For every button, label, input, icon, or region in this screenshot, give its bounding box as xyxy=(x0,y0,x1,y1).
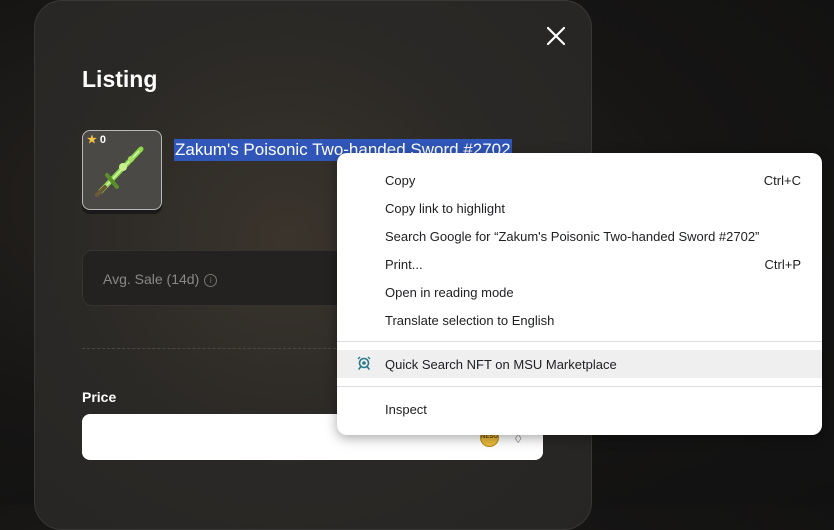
msu-extension-icon xyxy=(357,356,371,370)
info-icon[interactable]: i xyxy=(204,274,218,287)
menu-item-copy-link[interactable]: Copy link to highlight xyxy=(337,194,822,222)
modal-title: Listing xyxy=(82,66,158,92)
menu-item-shortcut: Ctrl+P xyxy=(764,256,801,272)
menu-item-search-google[interactable]: Search Google for “Zakum's Poisonic Two-… xyxy=(337,222,822,250)
menu-item-reading-mode[interactable]: Open in reading mode xyxy=(337,278,822,306)
sword-icon xyxy=(95,146,144,197)
menu-item-translate[interactable]: Translate selection to English xyxy=(337,306,822,334)
menu-item-quick-search-nft[interactable]: Quick Search NFT on MSU Marketplace xyxy=(337,350,822,378)
menu-item-label: Inspect xyxy=(385,401,427,417)
menu-item-print[interactable]: Print... Ctrl+P xyxy=(337,250,822,278)
menu-item-shortcut: Ctrl+C xyxy=(763,172,801,188)
avg-sale-label-wrap: Avg. Sale (14d) i xyxy=(103,271,218,287)
menu-item-label: Translate selection to English xyxy=(385,312,555,328)
menu-separator xyxy=(337,386,822,387)
menu-item-label: Search Google for “Zakum's Poisonic Two-… xyxy=(385,228,760,244)
menu-item-copy[interactable]: Copy Ctrl+C xyxy=(337,166,822,194)
menu-separator xyxy=(337,341,822,342)
menu-item-label: Quick Search NFT on MSU Marketplace xyxy=(385,356,617,372)
close-icon xyxy=(546,26,566,46)
menu-item-label: Open in reading mode xyxy=(385,284,514,300)
close-button[interactable] xyxy=(544,24,568,48)
menu-item-inspect[interactable]: Inspect xyxy=(337,395,822,423)
avg-sale-label: Avg. Sale (14d) xyxy=(103,271,200,287)
menu-item-label: Copy link to highlight xyxy=(385,200,505,216)
item-thumbnail: ★ 0 xyxy=(82,130,162,210)
menu-item-label: Copy xyxy=(385,172,416,188)
menu-item-label: Print... xyxy=(385,256,423,272)
context-menu: Copy Ctrl+C Copy link to highlight Searc… xyxy=(337,153,822,435)
price-label: Price xyxy=(82,389,117,405)
